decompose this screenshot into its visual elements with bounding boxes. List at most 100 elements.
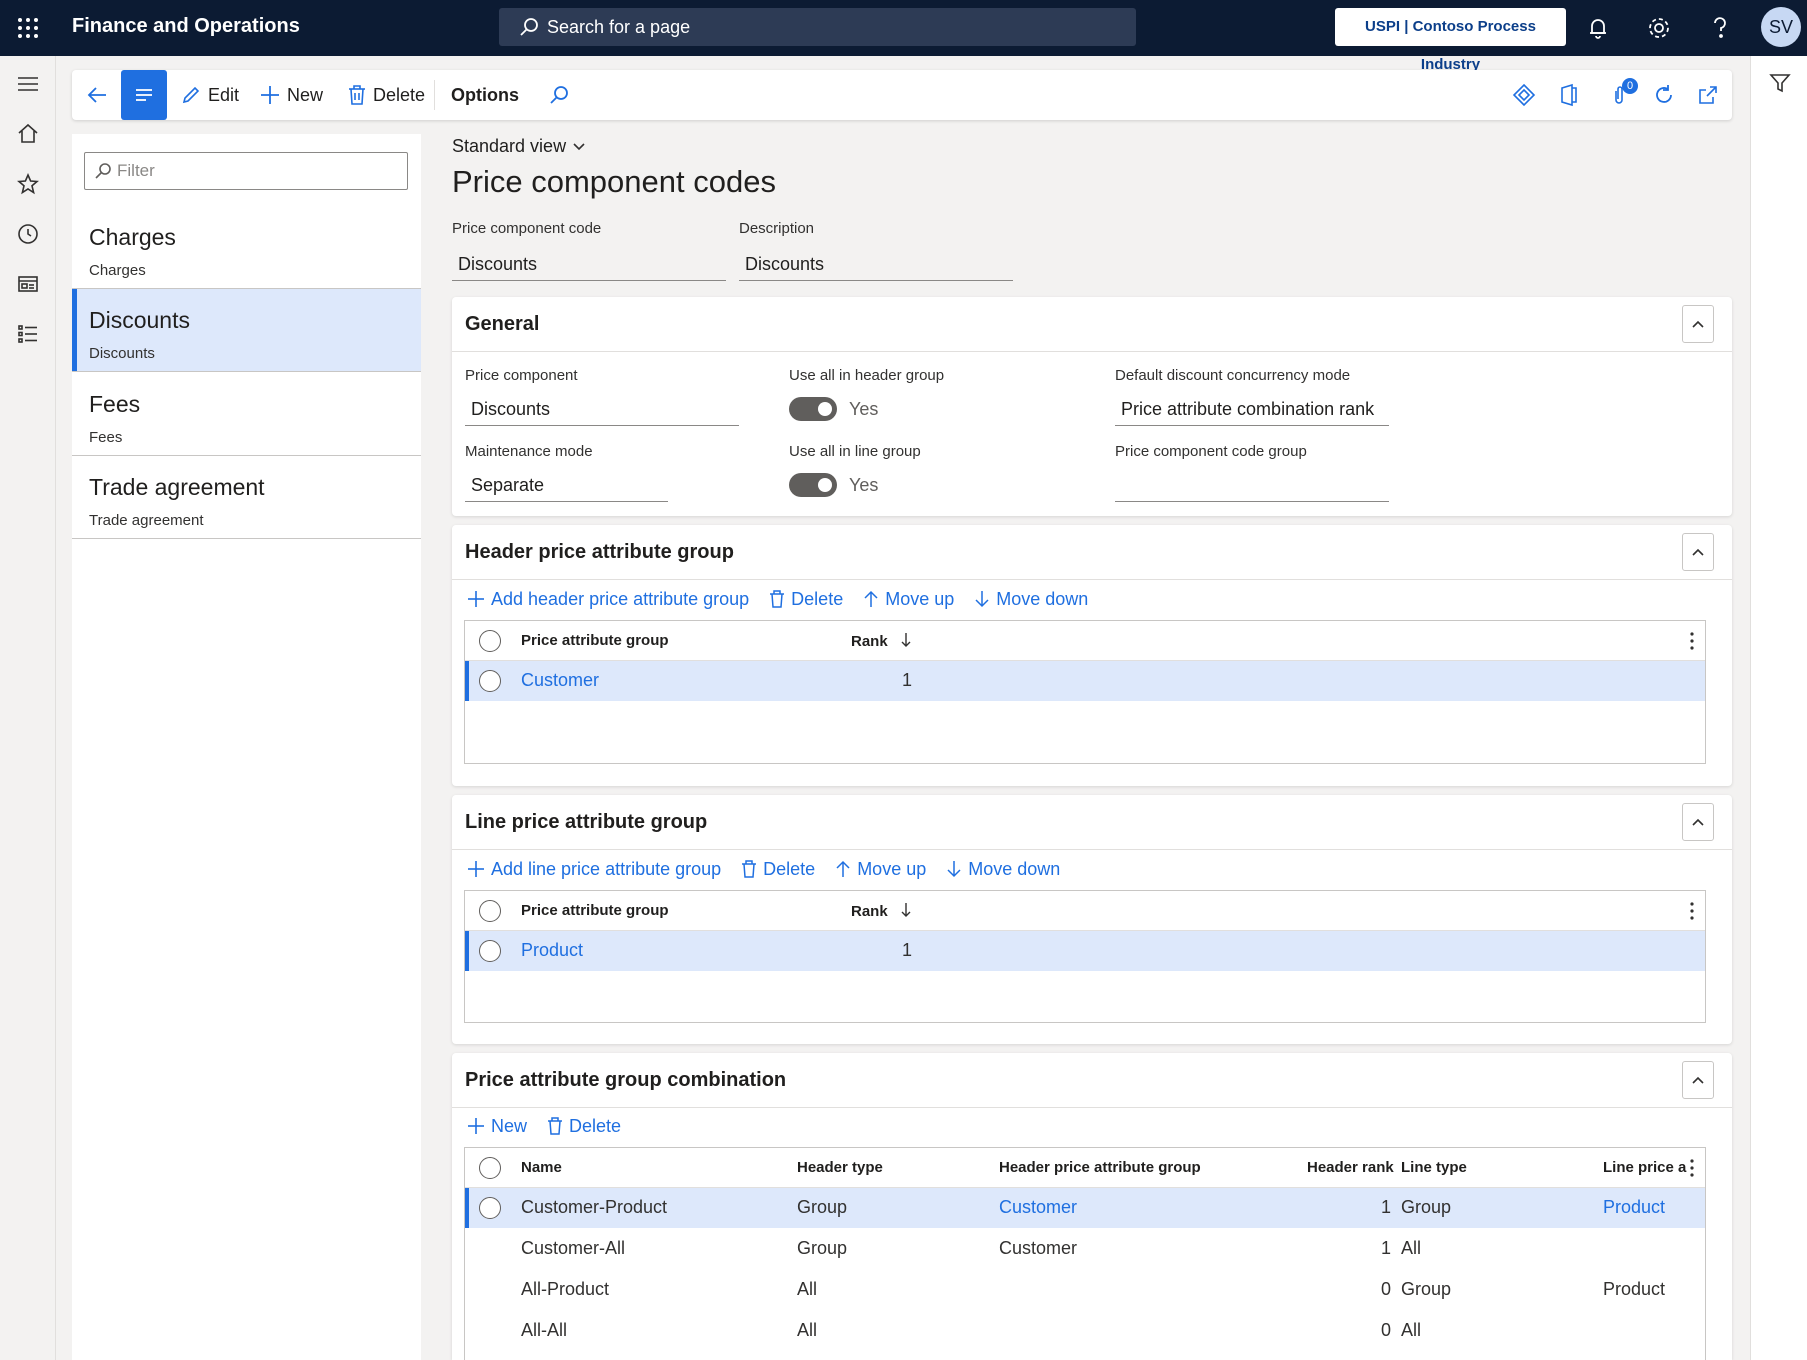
table-row[interactable]: All-All All 0 All [465, 1311, 1705, 1351]
new-combination-button[interactable]: New [467, 1116, 527, 1137]
table-row[interactable]: Product 1 [465, 931, 1705, 971]
more-options-icon[interactable] [1689, 631, 1695, 651]
clock-icon[interactable] [16, 222, 40, 246]
add-header-group-button[interactable]: Add header price attribute group [467, 589, 749, 610]
move-down-button[interactable]: Move down [974, 589, 1088, 610]
delete-button[interactable]: Delete [741, 859, 815, 880]
move-up-button[interactable]: Move up [863, 589, 954, 610]
column-header-group[interactable]: Price attribute group [521, 632, 669, 649]
row-select-radio[interactable] [479, 670, 501, 692]
price-component-code-field[interactable]: Price component code Discounts [452, 220, 726, 281]
modules-icon[interactable] [16, 322, 40, 346]
back-button[interactable] [86, 70, 114, 120]
list-item-fees[interactable]: Fees Fees [72, 373, 421, 456]
list-item-charges[interactable]: Charges Charges [72, 206, 421, 289]
gear-icon[interactable] [1645, 14, 1673, 42]
help-icon[interactable] [1706, 14, 1734, 42]
field-value[interactable]: Discounts [739, 247, 1013, 281]
bell-icon[interactable] [1584, 14, 1612, 42]
power-apps-button[interactable] [1512, 70, 1542, 120]
use-all-header-toggle[interactable] [789, 397, 837, 421]
table-row[interactable]: Customer-Product Group Customer 1 Group … [465, 1188, 1705, 1228]
fasttab-header[interactable]: Line price attribute group [452, 795, 1732, 850]
collapse-button[interactable] [1682, 305, 1714, 343]
field-value[interactable]: Price attribute combination rank [1115, 392, 1389, 426]
hamburger-icon[interactable] [16, 72, 40, 96]
app-launcher-icon[interactable] [16, 16, 40, 40]
column-header-header-rank[interactable]: Header rank [1307, 1159, 1394, 1176]
star-icon[interactable] [16, 172, 40, 196]
home-icon[interactable] [16, 122, 40, 146]
list-item-subtitle: Discounts [89, 345, 155, 362]
fasttab-title: Header price attribute group [465, 541, 734, 563]
action-search-button[interactable] [548, 70, 576, 120]
more-options-icon[interactable] [1689, 901, 1695, 921]
move-up-button[interactable]: Move up [835, 859, 926, 880]
collapse-button[interactable] [1682, 533, 1714, 571]
cell-line-group[interactable]: Product [1603, 1197, 1665, 1218]
select-all-radio[interactable] [479, 1157, 501, 1179]
cell-group[interactable]: Customer [521, 670, 599, 691]
row-select-radio[interactable] [479, 940, 501, 962]
field-value[interactable]: Separate [465, 468, 668, 502]
use-all-line-toggle[interactable] [789, 473, 837, 497]
column-header-rank[interactable]: Rank [851, 632, 912, 650]
filter-input[interactable] [84, 152, 408, 190]
table-row[interactable]: Customer 1 [465, 661, 1705, 701]
avatar[interactable]: SV [1761, 7, 1801, 47]
row-select-radio[interactable] [479, 1197, 501, 1219]
table-row[interactable]: Customer-All Group Customer 1 All [465, 1229, 1705, 1269]
collapse-button[interactable] [1682, 1061, 1714, 1099]
list-item-trade-agreement[interactable]: Trade agreement Trade agreement [72, 456, 421, 539]
refresh-button[interactable] [1652, 70, 1682, 120]
list-toggle-button[interactable] [121, 70, 167, 120]
description-field[interactable]: Description Discounts [739, 220, 1013, 281]
select-all-radio[interactable] [479, 900, 501, 922]
delete-button[interactable]: Delete [547, 1116, 621, 1137]
field-value[interactable] [1115, 468, 1389, 502]
cell-group[interactable]: Product [521, 940, 583, 961]
fasttab-title: Price attribute group combination [465, 1069, 787, 1091]
delete-label: Delete [373, 84, 426, 105]
concurrency-mode-field[interactable]: Default discount concurrency mode Price … [1115, 367, 1389, 426]
line-group-grid: Price attribute group Rank Product 1 [464, 890, 1706, 1023]
options-tab[interactable]: Options [451, 70, 519, 120]
table-row[interactable]: All-Product All 0 Group Product [465, 1270, 1705, 1310]
column-header-group[interactable]: Price attribute group [521, 902, 669, 919]
delete-button[interactable]: Delete [347, 70, 425, 120]
column-header-name[interactable]: Name [521, 1159, 562, 1176]
field-value[interactable]: Discounts [465, 392, 739, 426]
column-header-line-group[interactable]: Line price a [1603, 1159, 1686, 1176]
company-selector[interactable]: USPI | Contoso Process Industry [1335, 8, 1566, 73]
workspace-icon[interactable] [16, 272, 40, 296]
filter-icon[interactable] [1769, 72, 1791, 94]
price-component-field[interactable]: Price component Discounts [465, 367, 739, 426]
maintenance-mode-field[interactable]: Maintenance mode Separate [465, 443, 668, 502]
move-down-button[interactable]: Move down [946, 859, 1060, 880]
search-input[interactable] [547, 8, 1107, 46]
more-options-icon[interactable] [1689, 1158, 1695, 1178]
attachments-button[interactable]: 0 [1608, 70, 1638, 120]
new-button[interactable]: New [259, 70, 323, 120]
column-header-header-group[interactable]: Header price attribute group [999, 1159, 1201, 1176]
delete-button[interactable]: Delete [769, 589, 843, 610]
fasttab-header[interactable]: Header price attribute group [452, 525, 1732, 580]
office-button[interactable] [1558, 70, 1586, 120]
search-box[interactable] [499, 8, 1136, 46]
add-line-group-button[interactable]: Add line price attribute group [467, 859, 721, 880]
list-item-discounts[interactable]: Discounts Discounts [72, 289, 421, 372]
select-all-radio[interactable] [479, 630, 501, 652]
cell-name: Customer-Product [521, 1197, 668, 1217]
price-component-code-group-field[interactable]: Price component code group [1115, 443, 1389, 502]
fasttab-header[interactable]: Price attribute group combination [452, 1053, 1732, 1108]
open-new-window-button[interactable] [1696, 70, 1726, 120]
field-value[interactable]: Discounts [452, 247, 726, 281]
edit-button[interactable]: Edit [180, 70, 239, 120]
column-header-line-type[interactable]: Line type [1401, 1159, 1467, 1176]
column-header-rank[interactable]: Rank [851, 902, 912, 920]
column-header-header-type[interactable]: Header type [797, 1159, 883, 1176]
view-selector[interactable]: Standard view [452, 136, 586, 157]
cell-header-group[interactable]: Customer [999, 1197, 1077, 1218]
fasttab-header[interactable]: General [452, 297, 1732, 352]
collapse-button[interactable] [1682, 803, 1714, 841]
